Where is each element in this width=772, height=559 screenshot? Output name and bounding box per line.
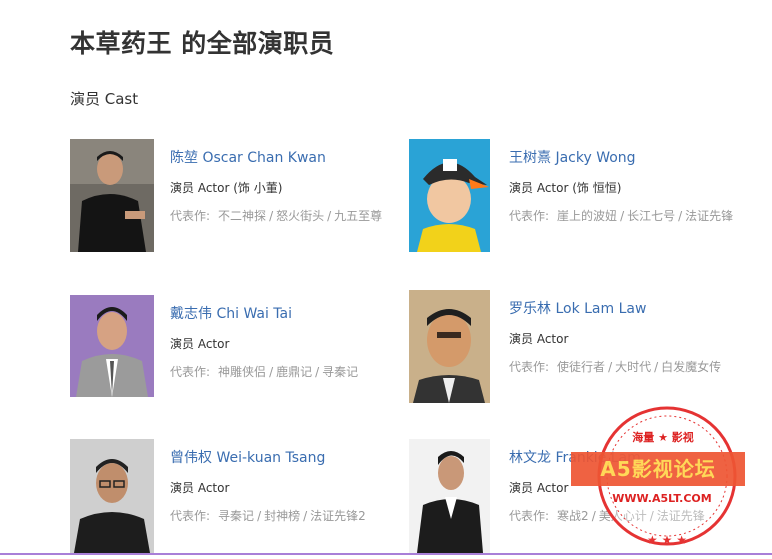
actor-photo[interactable]: [409, 290, 490, 403]
work-link[interactable]: 法证先锋: [657, 509, 705, 523]
work-link[interactable]: 长江七号: [627, 209, 675, 223]
actor-name-link[interactable]: 戴志伟 Chi Wai Tai: [170, 303, 408, 323]
works-label: 代表作:: [170, 509, 211, 523]
work-link[interactable]: 寒战2: [557, 509, 589, 523]
actor-photo[interactable]: [70, 295, 154, 397]
cast-card: 罗乐林 Lok Lam Law 演员 Actor 代表作: 使徒行者 / 大时代 / 白发…: [409, 290, 749, 410]
representative-works: 代表作: 神雕侠侣 / 鹿鼎记 / 寻秦记: [170, 365, 359, 379]
work-link[interactable]: 美人心计: [599, 509, 647, 523]
actor-name-link[interactable]: 林文龙 Frankie Lam: [509, 447, 747, 467]
work-link[interactable]: 封神榜: [264, 509, 300, 523]
representative-works: 代表作: 寒战2/美人心计 / 法证先锋: [509, 509, 705, 523]
actor-role: 演员 Actor (饰 小董): [170, 181, 283, 195]
actor-name-link[interactable]: 曾伟权 Wei-kuan Tsang: [170, 447, 408, 467]
work-link[interactable]: 神雕侠侣: [218, 365, 266, 379]
representative-works: 代表作: 寻秦记 / 封神榜 / 法证先锋2: [170, 509, 366, 523]
work-link[interactable]: 白发魔女传: [661, 360, 721, 374]
actor-photo[interactable]: [70, 439, 154, 553]
page-title: 本草药王 的全部演职员: [70, 29, 335, 58]
work-link[interactable]: 九五至尊: [334, 209, 382, 223]
works-label: 代表作:: [509, 209, 550, 223]
work-link[interactable]: 法证先锋2: [310, 509, 366, 523]
representative-works: 代表作: 不二神探 / 怒火街头 / 九五至尊: [170, 209, 383, 223]
works-label: 代表作:: [509, 360, 550, 374]
actor-role: 演员 Actor (饰 恒恒): [509, 181, 622, 195]
work-link[interactable]: 使徒行者: [557, 360, 605, 374]
actor-role: 演员 Actor: [509, 332, 569, 346]
actor-photo[interactable]: [409, 439, 490, 553]
work-link[interactable]: 大时代: [615, 360, 651, 374]
representative-works: 代表作: 崖上的波妞 / 长江七号 / 法证先锋: [509, 209, 734, 223]
work-link[interactable]: 寻秦记: [322, 365, 358, 379]
cast-section-title: 演员 Cast: [70, 90, 139, 108]
actor-role: 演员 Actor: [170, 337, 230, 351]
works-label: 代表作:: [170, 365, 211, 379]
representative-works: 代表作: 使徒行者 / 大时代 / 白发魔女传: [509, 360, 722, 374]
works-label: 代表作:: [509, 509, 550, 523]
actor-name-link[interactable]: 罗乐林 Lok Lam Law: [509, 298, 747, 318]
work-link[interactable]: 崖上的波妞: [557, 209, 617, 223]
actor-photo[interactable]: [70, 139, 154, 252]
actor-name-link[interactable]: 陈堃 Oscar Chan Kwan: [170, 147, 408, 167]
works-label: 代表作:: [170, 209, 211, 223]
cast-card: 王树熹 Jacky Wong 演员 Actor (饰 恒恒) 代表作: 崖上的波妞…: [409, 139, 749, 259]
work-link[interactable]: 怒火街头: [276, 209, 324, 223]
actor-photo[interactable]: [409, 139, 490, 252]
cast-card: 陈堃 Oscar Chan Kwan 演员 Actor (饰 小董) 代表作: 不…: [70, 139, 410, 259]
work-link[interactable]: 鹿鼎记: [276, 365, 312, 379]
actor-name-link[interactable]: 王树熹 Jacky Wong: [509, 147, 747, 167]
work-link[interactable]: 寻秦记: [218, 509, 254, 523]
actor-role: 演员 Actor: [509, 481, 569, 495]
work-link[interactable]: 不二神探: [218, 209, 266, 223]
actor-role: 演员 Actor: [170, 481, 230, 495]
cast-card: 曾伟权 Wei-kuan Tsang 演员 Actor 代表作: 寻秦记 / 封神榜 /…: [70, 439, 410, 559]
cast-card: 戴志伟 Chi Wai Tai 演员 Actor 代表作: 神雕侠侣 / 鹿鼎记 / 寻秦…: [70, 295, 410, 415]
work-link[interactable]: 法证先锋: [685, 209, 733, 223]
cast-card: 林文龙 Frankie Lam 演员 Actor 代表作: 寒战2/美人心计 / 法证…: [409, 439, 749, 559]
